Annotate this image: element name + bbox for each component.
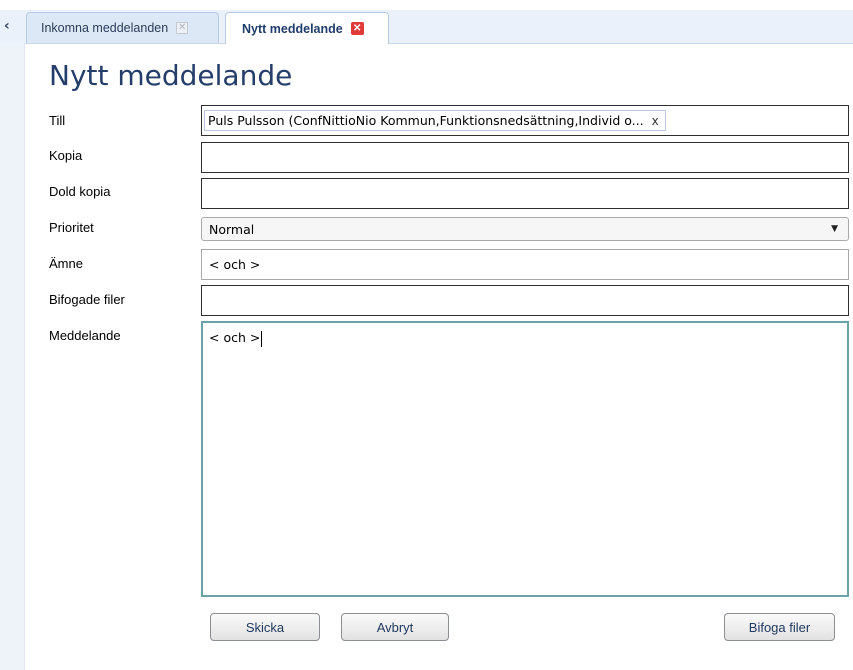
attachments-field[interactable] (201, 285, 849, 316)
text-caret (261, 330, 263, 347)
message-value: < och > (209, 330, 261, 345)
attachments-label: Bifogade filer (49, 292, 125, 307)
cancel-button[interactable]: Avbryt (341, 613, 449, 641)
priority-value: Normal (209, 221, 255, 237)
tab-label: Inkomna meddelanden (41, 21, 169, 35)
attach-files-button[interactable]: Bifoga filer (724, 613, 835, 641)
bcc-label: Dold kopia (49, 184, 111, 199)
tab-inkomna-meddelanden[interactable]: Inkomna meddelanden ✕ (26, 12, 219, 43)
tab-bar: ‹ Inkomna meddelanden ✕ Nytt meddelande … (0, 0, 853, 44)
cc-label: Kopia (49, 148, 83, 163)
subject-value: < och > (209, 257, 261, 272)
priority-label: Prioritet (49, 220, 94, 235)
bcc-field[interactable] (201, 178, 849, 209)
chevron-left-icon[interactable]: ‹ (0, 12, 18, 40)
close-icon[interactable]: ✕ (176, 22, 189, 34)
to-field[interactable]: Puls Pulsson (ConfNittioNio Kommun,Funkt… (201, 105, 849, 136)
recipient-name: Puls Pulsson (ConfNittioNio Kommun,Funkt… (208, 113, 644, 128)
priority-select[interactable]: Normal ▼ (201, 217, 849, 241)
subject-label: Ämne (49, 256, 83, 271)
tab-label: Nytt meddelande (242, 21, 343, 36)
page-title: Nytt meddelande (49, 59, 293, 92)
send-button[interactable]: Skicka (210, 613, 320, 641)
subject-field[interactable]: < och > (201, 249, 849, 280)
recipient-chip[interactable]: Puls Pulsson (ConfNittioNio Kommun,Funkt… (204, 110, 666, 131)
tab-nytt-meddelande[interactable]: Nytt meddelande ✕ (225, 12, 389, 44)
dropdown-arrow-icon[interactable]: ▼ (831, 224, 838, 234)
cc-field[interactable] (201, 142, 849, 173)
message-textarea[interactable]: < och > (201, 321, 849, 597)
to-label: Till (49, 113, 66, 128)
remove-recipient-icon[interactable]: x (652, 114, 659, 128)
left-rail (0, 43, 25, 670)
close-icon[interactable]: ✕ (350, 22, 364, 35)
message-label: Meddelande (49, 328, 121, 343)
